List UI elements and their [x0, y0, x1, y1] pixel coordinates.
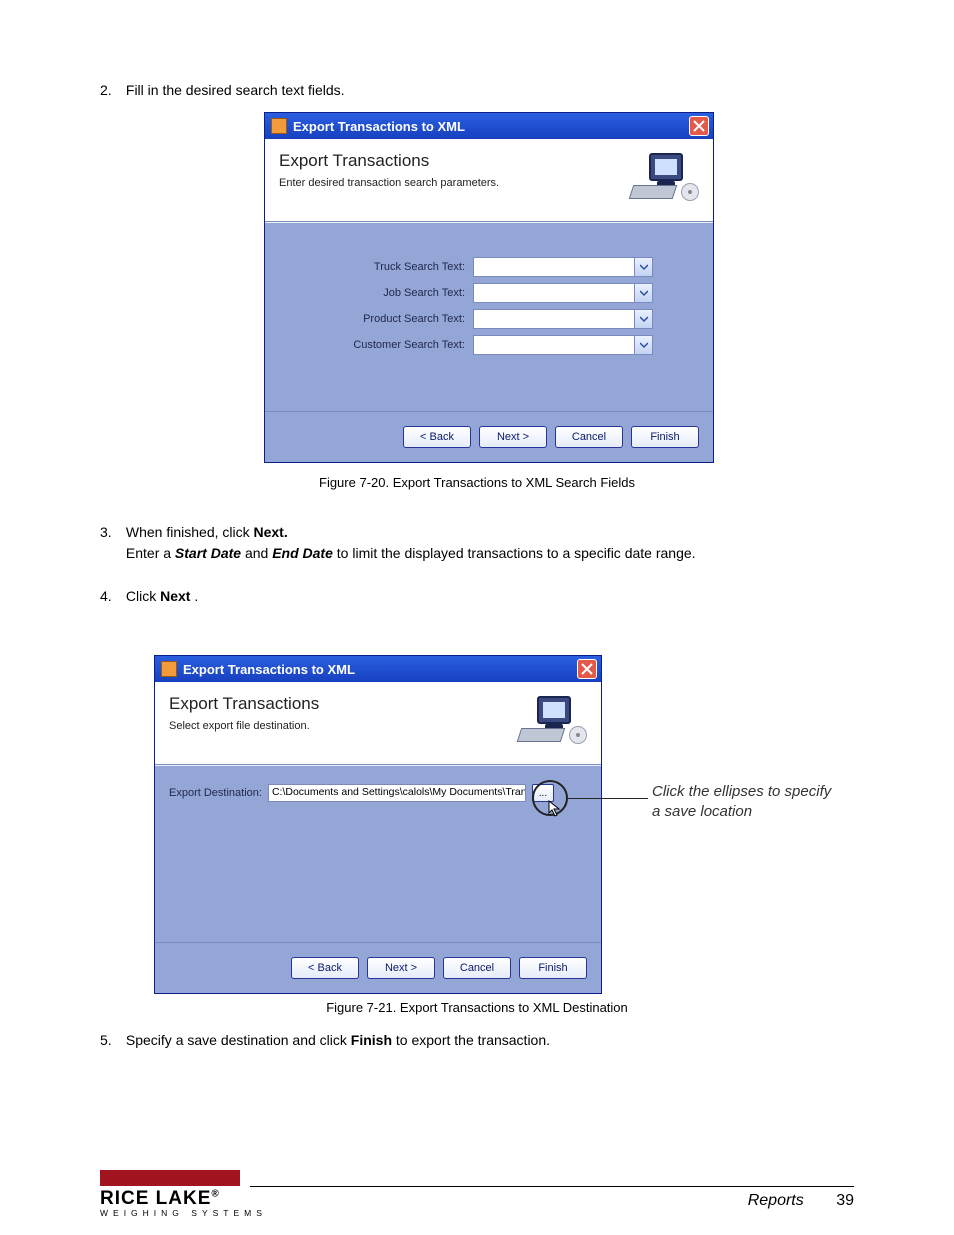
spacer	[100, 543, 122, 564]
step-2-number: 2.	[100, 80, 122, 101]
step-5: 5. Specify a save destination and click …	[100, 1030, 550, 1051]
job-search-combo[interactable]	[473, 283, 653, 303]
xml-file-icon	[271, 118, 287, 134]
dialog-heading: Export Transactions	[169, 694, 319, 714]
step-5-finish: Finish	[351, 1032, 392, 1048]
export-destination-input[interactable]: C:\Documents and Settings\calols\My Docu…	[268, 784, 526, 802]
computer-clipart-icon	[517, 694, 587, 746]
footer-rule	[250, 1186, 854, 1187]
product-search-combo[interactable]	[473, 309, 653, 329]
finish-button[interactable]: Finish	[631, 426, 699, 448]
step-3-and: and	[245, 545, 272, 561]
dialog-subheading: Select export file destination.	[169, 720, 319, 732]
back-button[interactable]: < Back	[291, 957, 359, 979]
back-button[interactable]: < Back	[403, 426, 471, 448]
annotation-text: Click the ellipses to specify a save loc…	[652, 782, 831, 823]
export-destination-label: Export Destination:	[169, 787, 262, 799]
step-4-text-b: .	[194, 588, 198, 604]
dialog-footer: < Back Next > Cancel Finish	[265, 411, 713, 462]
figure-caption-1: Figure 7-20. Export Transactions to XML …	[0, 475, 954, 490]
brand-logo: RICE LAKE® WEIGHING SYSTEMS	[100, 1170, 267, 1218]
step-3-next: Next.	[254, 524, 288, 540]
cancel-button[interactable]: Cancel	[555, 426, 623, 448]
dialog-heading: Export Transactions	[279, 151, 499, 171]
footer-text: Reports 39	[748, 1192, 854, 1210]
customer-search-label: Customer Search Text:	[305, 339, 465, 351]
figure-caption-2: Figure 7-21. Export Transactions to XML …	[0, 1000, 954, 1015]
section-name: Reports	[748, 1192, 804, 1209]
titlebar: Export Transactions to XML	[265, 113, 713, 139]
cancel-button[interactable]: Cancel	[443, 957, 511, 979]
xml-file-icon	[161, 661, 177, 677]
step-2: 2. Fill in the desired search text field…	[100, 80, 345, 101]
chevron-down-icon	[634, 284, 652, 302]
dialog-header: Export Transactions Select export file d…	[155, 682, 601, 765]
truck-search-label: Truck Search Text:	[305, 261, 465, 273]
close-button[interactable]	[689, 116, 709, 136]
step-3: 3. When finished, click Next. Enter a St…	[100, 522, 854, 564]
annotation-lead-line	[568, 798, 648, 799]
step-3-end-date: End Date	[272, 545, 333, 561]
step-3-number: 3.	[100, 522, 122, 543]
dialog-body: Truck Search Text: Job Search Text: Prod…	[265, 222, 713, 411]
dialog-body: Export Destination: C:\Documents and Set…	[155, 765, 601, 942]
step-4: 4. Click Next .	[100, 586, 198, 607]
chevron-down-icon	[634, 336, 652, 354]
product-search-label: Product Search Text:	[305, 313, 465, 325]
brand-name: RICE LAKE®	[100, 1188, 267, 1210]
step-3-text-b: Enter a	[126, 545, 175, 561]
dialog-title: Export Transactions to XML	[183, 662, 571, 677]
step-4-number: 4.	[100, 586, 122, 607]
step-5-text-a: Specify a save destination and click	[126, 1032, 351, 1048]
export-dialog-destination: Export Transactions to XML Export Transa…	[154, 655, 602, 994]
finish-button[interactable]: Finish	[519, 957, 587, 979]
step-3-text-a: When finished, click	[126, 524, 254, 540]
next-button[interactable]: Next >	[367, 957, 435, 979]
dialog-footer: < Back Next > Cancel Finish	[155, 942, 601, 993]
page-number: 39	[836, 1192, 854, 1209]
browse-ellipses-button[interactable]: ...	[532, 784, 554, 802]
computer-clipart-icon	[629, 151, 699, 203]
titlebar: Export Transactions to XML	[155, 656, 601, 682]
export-dialog-search: Export Transactions to XML Export Transa…	[264, 112, 714, 463]
dialog-subheading: Enter desired transaction search paramet…	[279, 177, 499, 189]
step-5-text-b: to export the transaction.	[396, 1032, 550, 1048]
logo-bar	[100, 1170, 240, 1186]
annotation-line-1: Click the ellipses to specify	[652, 783, 831, 800]
close-icon	[581, 663, 593, 675]
next-button[interactable]: Next >	[479, 426, 547, 448]
step-2-text: Fill in the desired search text fields.	[126, 82, 345, 98]
step-5-number: 5.	[100, 1030, 122, 1051]
dialog-title: Export Transactions to XML	[293, 119, 683, 134]
registered-mark: ®	[211, 1189, 219, 1200]
step-3-start-date: Start Date	[175, 545, 241, 561]
chevron-down-icon	[634, 258, 652, 276]
step-4-text-a: Click	[126, 588, 160, 604]
truck-search-combo[interactable]	[473, 257, 653, 277]
chevron-down-icon	[634, 310, 652, 328]
close-icon	[693, 120, 705, 132]
step-4-next: Next	[160, 588, 190, 604]
brand-subtitle: WEIGHING SYSTEMS	[100, 1208, 267, 1218]
annotation-line-2: a save location	[652, 803, 752, 820]
customer-search-combo[interactable]	[473, 335, 653, 355]
step-3-text-c: to limit the displayed transactions to a…	[337, 545, 696, 561]
close-button[interactable]	[577, 659, 597, 679]
dialog-header: Export Transactions Enter desired transa…	[265, 139, 713, 222]
job-search-label: Job Search Text:	[305, 287, 465, 299]
